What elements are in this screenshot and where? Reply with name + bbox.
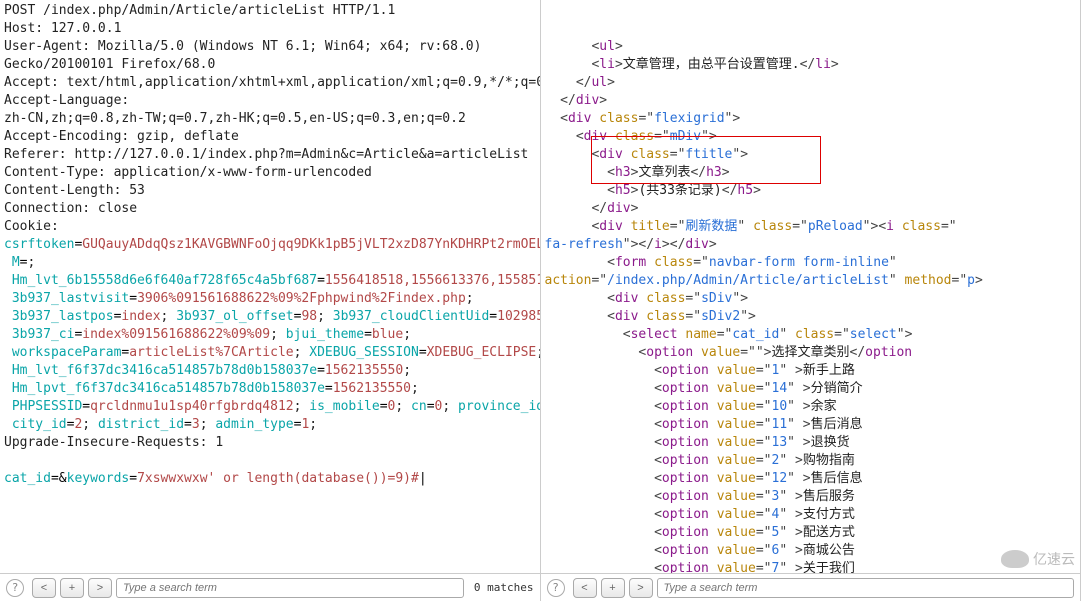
search-input-left[interactable] bbox=[116, 578, 464, 598]
search-prev-button[interactable]: < bbox=[32, 578, 56, 598]
response-pane: <ul> <li>文章管理，由总平台设置管理.</li> </ul> </div… bbox=[541, 0, 1081, 601]
help-icon[interactable]: ? bbox=[547, 579, 565, 597]
search-next-button[interactable]: > bbox=[629, 578, 653, 598]
right-footer: ? < + > bbox=[541, 573, 1081, 601]
search-plus-button[interactable]: + bbox=[60, 578, 84, 598]
search-plus-button[interactable]: + bbox=[601, 578, 625, 598]
request-code[interactable]: POST /index.php/Admin/Article/articleLis… bbox=[0, 0, 540, 573]
match-count-left: 0 matches bbox=[474, 581, 534, 594]
help-icon[interactable]: ? bbox=[6, 579, 24, 597]
search-prev-button[interactable]: < bbox=[573, 578, 597, 598]
search-input-right[interactable] bbox=[657, 578, 1075, 598]
request-pane: POST /index.php/Admin/Article/articleLis… bbox=[0, 0, 541, 601]
left-footer: ? < + > 0 matches bbox=[0, 573, 540, 601]
search-next-button[interactable]: > bbox=[88, 578, 112, 598]
response-code[interactable]: <ul> <li>文章管理，由总平台设置管理.</li> </ul> </div… bbox=[541, 0, 1081, 573]
